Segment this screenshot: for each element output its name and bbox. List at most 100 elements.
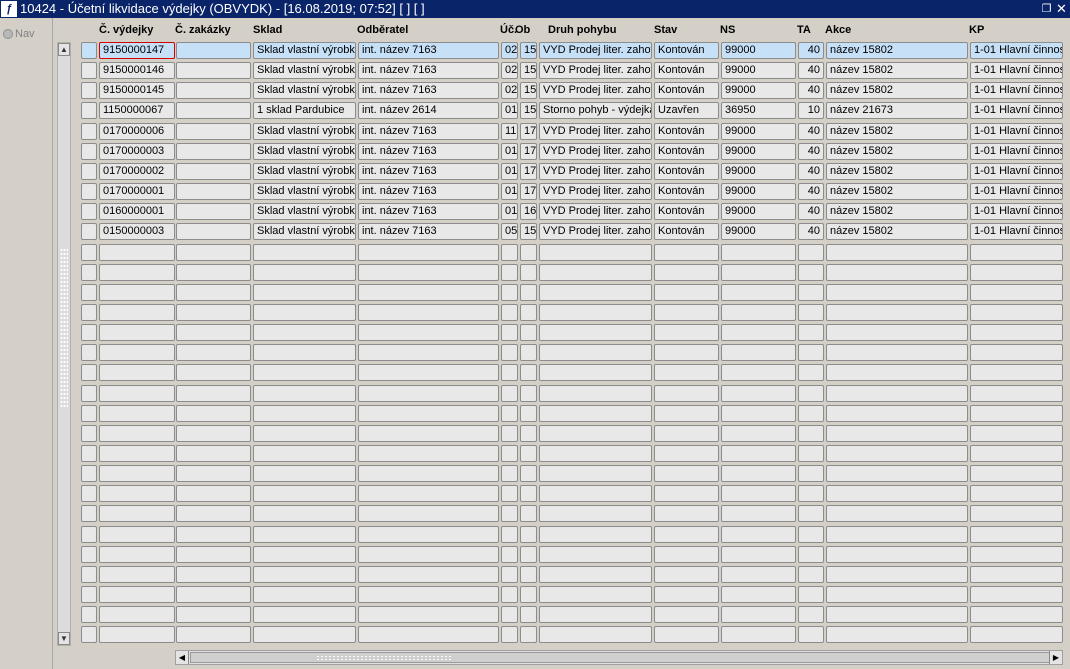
arrow-right-icon[interactable]: ▶ — [1049, 651, 1062, 664]
cell-uc[interactable] — [501, 405, 518, 422]
cell-kp[interactable] — [970, 626, 1063, 643]
cell-stav[interactable] — [654, 284, 719, 301]
row-selector[interactable] — [81, 566, 97, 583]
cell-druh[interactable] — [539, 284, 652, 301]
cell-vydejka[interactable] — [99, 304, 175, 321]
cell-ob[interactable] — [520, 244, 537, 261]
cell-ta[interactable]: 40 — [798, 203, 824, 220]
cell-uc[interactable]: 01 — [501, 143, 518, 160]
cell-vydejka[interactable] — [99, 465, 175, 482]
row-selector[interactable] — [81, 304, 97, 321]
cell-vydejka[interactable] — [99, 344, 175, 361]
cell-odberatel[interactable] — [358, 385, 499, 402]
row-selector[interactable] — [81, 445, 97, 462]
cell-ob[interactable] — [520, 445, 537, 462]
cell-ns[interactable] — [721, 385, 796, 402]
cell-ns[interactable] — [721, 586, 796, 603]
cell-zakazka[interactable] — [176, 485, 251, 502]
cell-odberatel[interactable] — [358, 445, 499, 462]
cell-stav[interactable] — [654, 405, 719, 422]
cell-vydejka[interactable] — [99, 626, 175, 643]
row-selector[interactable] — [81, 62, 97, 79]
close-icon[interactable]: ✕ — [1055, 0, 1068, 18]
cell-odberatel[interactable] — [358, 304, 499, 321]
cell-stav[interactable] — [654, 626, 719, 643]
column-header-akce[interactable]: Akce — [825, 24, 851, 36]
cell-ns[interactable] — [721, 445, 796, 462]
cell-stav[interactable] — [654, 324, 719, 341]
row-selector[interactable] — [81, 223, 97, 240]
cell-odberatel[interactable] — [358, 425, 499, 442]
cell-odberatel[interactable]: int. název 7163 — [358, 223, 499, 240]
cell-vydejka[interactable]: 0170000002 — [99, 163, 175, 180]
cell-vydejka[interactable] — [99, 284, 175, 301]
cell-akce[interactable]: název 15802 — [826, 223, 968, 240]
cell-ns[interactable]: 99000 — [721, 183, 796, 200]
cell-kp[interactable]: 1-01 Hlavní činnost — [970, 123, 1063, 140]
column-header-vydejka[interactable]: Č. výdejky — [99, 24, 153, 36]
cell-ob[interactable] — [520, 626, 537, 643]
cell-odberatel[interactable] — [358, 264, 499, 281]
cell-ob[interactable] — [520, 324, 537, 341]
row-selector[interactable] — [81, 324, 97, 341]
cell-vydejka[interactable]: 9150000145 — [99, 82, 175, 99]
cell-stav[interactable]: Kontován — [654, 223, 719, 240]
cell-vydejka[interactable] — [99, 445, 175, 462]
cell-kp[interactable]: 1-01 Hlavní činnost — [970, 223, 1063, 240]
column-header-stav[interactable]: Stav — [654, 24, 677, 36]
cell-sklad[interactable] — [253, 586, 356, 603]
row-selector[interactable] — [81, 405, 97, 422]
cell-ns[interactable]: 99000 — [721, 62, 796, 79]
cell-ns[interactable]: 99000 — [721, 123, 796, 140]
cell-odberatel[interactable] — [358, 244, 499, 261]
cell-ob[interactable] — [520, 344, 537, 361]
cell-uc[interactable] — [501, 485, 518, 502]
cell-sklad[interactable] — [253, 344, 356, 361]
cell-stav[interactable] — [654, 425, 719, 442]
cell-ob[interactable]: 15 — [520, 223, 537, 240]
cell-vydejka[interactable] — [99, 324, 175, 341]
row-selector[interactable] — [81, 385, 97, 402]
cell-ob[interactable] — [520, 546, 537, 563]
cell-sklad[interactable]: Sklad vlastní výrobky — [253, 123, 356, 140]
cell-uc[interactable] — [501, 606, 518, 623]
column-header-ns[interactable]: NS — [720, 24, 735, 36]
cell-druh[interactable] — [539, 566, 652, 583]
cell-ob[interactable] — [520, 304, 537, 321]
cell-ta[interactable] — [798, 364, 824, 381]
scrollbar-thumb[interactable] — [190, 652, 1050, 663]
cell-stav[interactable] — [654, 364, 719, 381]
cell-vydejka[interactable] — [99, 485, 175, 502]
cell-zakazka[interactable] — [176, 465, 251, 482]
cell-stav[interactable] — [654, 546, 719, 563]
cell-zakazka[interactable] — [176, 546, 251, 563]
row-selector[interactable] — [81, 425, 97, 442]
cell-kp[interactable] — [970, 485, 1063, 502]
cell-odberatel[interactable] — [358, 586, 499, 603]
cell-ns[interactable] — [721, 566, 796, 583]
cell-ob[interactable]: 15 — [520, 102, 537, 119]
cell-ta[interactable] — [798, 485, 824, 502]
cell-ob[interactable]: 15 — [520, 82, 537, 99]
cell-odberatel[interactable] — [358, 344, 499, 361]
cell-kp[interactable] — [970, 526, 1063, 543]
cell-zakazka[interactable] — [176, 143, 251, 160]
cell-vydejka[interactable]: 9150000147 — [99, 42, 175, 59]
cell-uc[interactable] — [501, 364, 518, 381]
cell-zakazka[interactable] — [176, 324, 251, 341]
cell-zakazka[interactable] — [176, 425, 251, 442]
cell-vydejka[interactable]: 0170000001 — [99, 183, 175, 200]
cell-stav[interactable]: Kontován — [654, 62, 719, 79]
cell-ns[interactable] — [721, 526, 796, 543]
cell-druh[interactable] — [539, 324, 652, 341]
cell-stav[interactable] — [654, 485, 719, 502]
cell-druh[interactable] — [539, 405, 652, 422]
cell-akce[interactable]: název 15802 — [826, 183, 968, 200]
cell-druh[interactable]: VYD Prodej liter. zahot — [539, 62, 652, 79]
cell-ta[interactable] — [798, 244, 824, 261]
cell-sklad[interactable] — [253, 566, 356, 583]
cell-vydejka[interactable] — [99, 364, 175, 381]
cell-stav[interactable] — [654, 264, 719, 281]
cell-zakazka[interactable] — [176, 62, 251, 79]
cell-uc[interactable]: 01 — [501, 163, 518, 180]
